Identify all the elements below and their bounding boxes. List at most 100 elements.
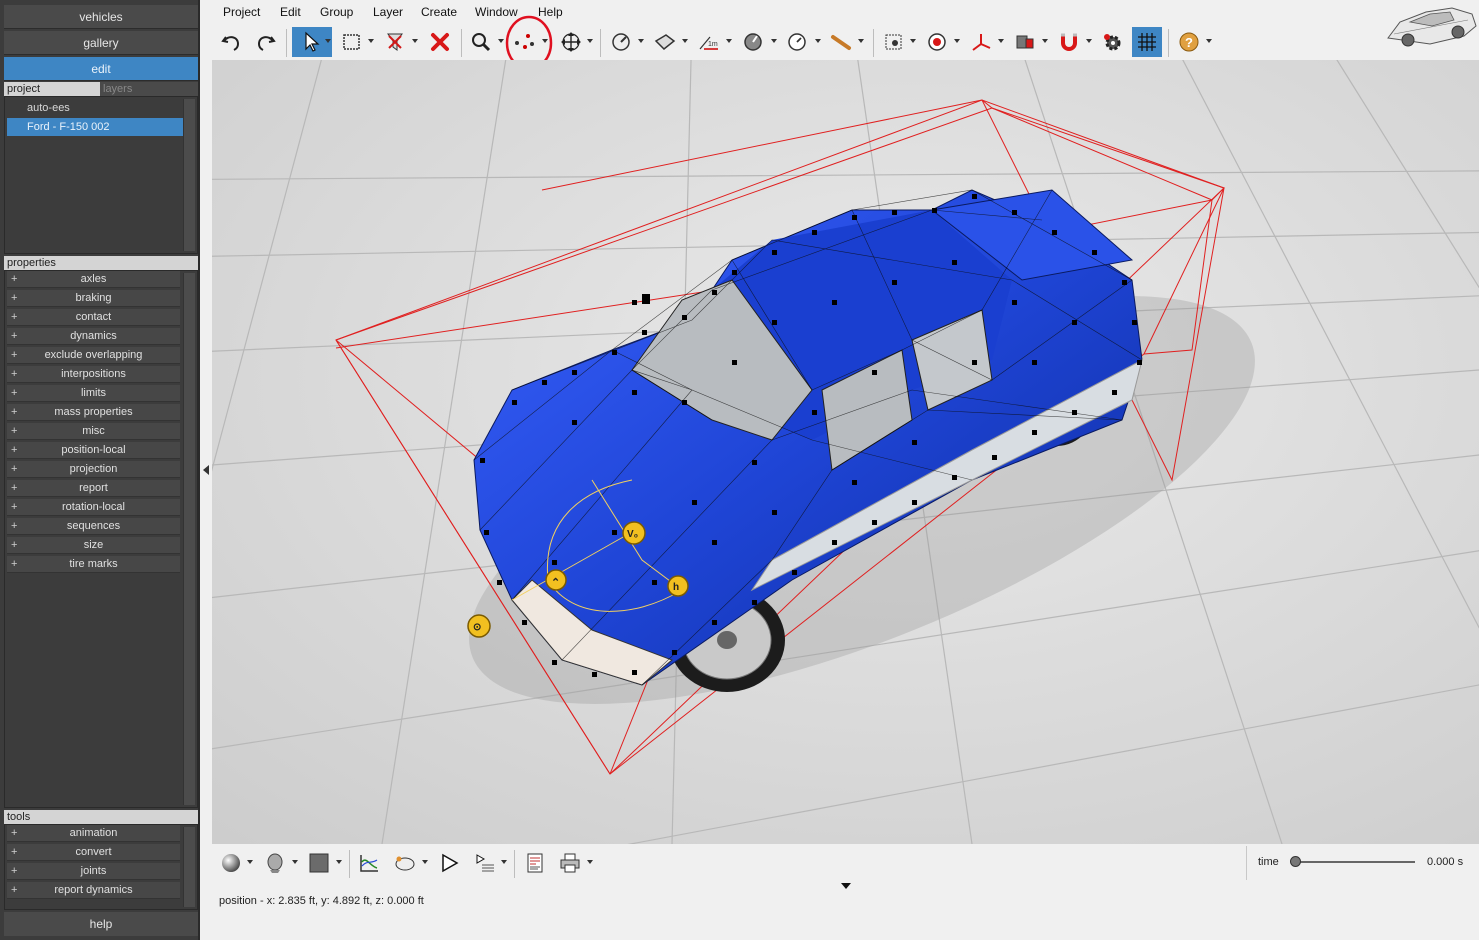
delete-button[interactable]	[425, 27, 455, 57]
record-button[interactable]	[922, 27, 952, 57]
report-document-icon	[527, 853, 543, 873]
grid-toggle-button[interactable]	[1132, 27, 1162, 57]
tool-convert[interactable]: + convert	[7, 844, 180, 861]
marker-v0[interactable]: V₀	[622, 521, 646, 545]
color-swatch-button[interactable]	[304, 848, 334, 878]
collapse-bottom-icon[interactable]	[841, 883, 851, 889]
expand-plus-icon[interactable]: +	[11, 461, 17, 478]
delete-x-icon	[431, 33, 449, 51]
menu-project[interactable]: Project	[223, 3, 260, 21]
expand-plus-icon[interactable]: +	[11, 518, 17, 535]
tool-animation[interactable]: + animation	[7, 825, 180, 842]
report-button[interactable]	[520, 848, 550, 878]
settings-button[interactable]	[1097, 27, 1127, 57]
project-scrollbar[interactable]	[183, 99, 195, 251]
property-limits[interactable]: + limits	[7, 385, 180, 402]
spring-tool-button[interactable]	[826, 27, 856, 57]
expand-plus-icon[interactable]: +	[11, 404, 17, 421]
box-select-button[interactable]	[337, 27, 367, 57]
tool-report-dynamics[interactable]: + report dynamics	[7, 882, 180, 899]
expand-plus-icon[interactable]: +	[11, 882, 17, 899]
help-icon-button[interactable]: ?	[1174, 27, 1204, 57]
gauge-tool-button[interactable]	[606, 27, 636, 57]
property-interpositions[interactable]: + interpositions	[7, 366, 180, 383]
tab-layers[interactable]: layers	[100, 82, 198, 96]
move-tool-button[interactable]	[556, 27, 586, 57]
marker-center[interactable]: ⊙	[467, 614, 491, 638]
3d-viewport[interactable]: V₀ ⌃ h ⊙	[212, 60, 1479, 844]
expand-plus-icon[interactable]: +	[11, 499, 17, 516]
undo-button[interactable]	[216, 27, 246, 57]
graph-button[interactable]	[354, 848, 384, 878]
camera-button[interactable]	[1010, 27, 1040, 57]
property-position-local[interactable]: + position-local	[7, 442, 180, 459]
sequence-list-button[interactable]	[470, 848, 500, 878]
property-rotation-local[interactable]: + rotation-local	[7, 499, 180, 516]
tools-scrollbar[interactable]	[183, 827, 195, 907]
property-size[interactable]: + size	[7, 537, 180, 554]
svg-text:h: h	[673, 582, 679, 593]
property-mass-properties[interactable]: + mass properties	[7, 404, 180, 421]
plane-tool-button[interactable]	[650, 27, 680, 57]
property-contact[interactable]: + contact	[7, 309, 180, 326]
expand-plus-icon[interactable]: +	[11, 863, 17, 880]
expand-plus-icon[interactable]: +	[11, 423, 17, 440]
property-dynamics[interactable]: + dynamics	[7, 328, 180, 345]
expand-plus-icon[interactable]: +	[11, 537, 17, 554]
edit-button[interactable]: edit	[4, 57, 198, 81]
camera-path-button[interactable]	[390, 848, 420, 878]
time-slider-track[interactable]	[1295, 861, 1415, 863]
snap-magnet-button[interactable]	[1054, 27, 1084, 57]
expand-plus-icon[interactable]: +	[11, 442, 17, 459]
head-view-button[interactable]	[260, 848, 290, 878]
menu-group[interactable]: Group	[320, 3, 353, 21]
expand-plus-icon[interactable]: +	[11, 328, 17, 345]
expand-plus-icon[interactable]: +	[11, 844, 17, 861]
project-item-auto-ees[interactable]: auto-ees	[7, 99, 183, 117]
redo-button[interactable]	[251, 27, 281, 57]
properties-scrollbar[interactable]	[183, 273, 195, 805]
speed-tool-button[interactable]	[782, 27, 812, 57]
expand-plus-icon[interactable]: +	[11, 556, 17, 573]
marker-height[interactable]: h	[667, 575, 689, 597]
filter-cross-icon	[387, 33, 403, 51]
expand-plus-icon[interactable]: +	[11, 366, 17, 383]
expand-plus-icon[interactable]: +	[11, 347, 17, 364]
measure-tool-button[interactable]: 1m	[694, 27, 724, 57]
expand-plus-icon[interactable]: +	[11, 480, 17, 497]
property-braking[interactable]: + braking	[7, 290, 180, 307]
property-sequences[interactable]: + sequences	[7, 518, 180, 535]
zoom-button[interactable]	[466, 27, 496, 57]
play-button[interactable]	[434, 848, 464, 878]
collapse-left-icon[interactable]	[203, 465, 209, 475]
vehicles-button[interactable]: vehicles	[4, 5, 198, 29]
expand-plus-icon[interactable]: +	[11, 309, 17, 326]
property-projection[interactable]: + projection	[7, 461, 180, 478]
property-misc[interactable]: + misc	[7, 423, 180, 440]
print-button[interactable]	[555, 848, 585, 878]
target-point-button[interactable]	[879, 27, 909, 57]
expand-plus-icon[interactable]: +	[11, 825, 17, 842]
time-slider-knob[interactable]	[1290, 856, 1301, 867]
expand-plus-icon[interactable]: +	[11, 385, 17, 402]
dial-tool-button[interactable]	[738, 27, 768, 57]
axes-button[interactable]	[966, 27, 996, 57]
tools-header: tools	[4, 810, 198, 824]
property-report[interactable]: + report	[7, 480, 180, 497]
gallery-button[interactable]: gallery	[4, 31, 198, 55]
property-tire-marks[interactable]: + tire marks	[7, 556, 180, 573]
tool-joints[interactable]: + joints	[7, 863, 180, 880]
material-sphere-button[interactable]	[216, 848, 246, 878]
property-exclude-overlapping[interactable]: + exclude overlapping	[7, 347, 180, 364]
menu-create[interactable]: Create	[421, 3, 457, 21]
expand-plus-icon[interactable]: +	[11, 290, 17, 307]
expand-plus-icon[interactable]: +	[11, 271, 17, 288]
help-button[interactable]: help	[4, 912, 198, 936]
menu-edit[interactable]: Edit	[280, 3, 301, 21]
marker-angle[interactable]: ⌃	[545, 569, 567, 591]
project-item-ford[interactable]: Ford - F-150 002	[7, 118, 183, 136]
tab-project[interactable]: project	[4, 82, 100, 96]
filter-tool-button[interactable]	[380, 27, 410, 57]
menu-layer[interactable]: Layer	[373, 3, 403, 21]
property-axles[interactable]: + axles	[7, 271, 180, 288]
